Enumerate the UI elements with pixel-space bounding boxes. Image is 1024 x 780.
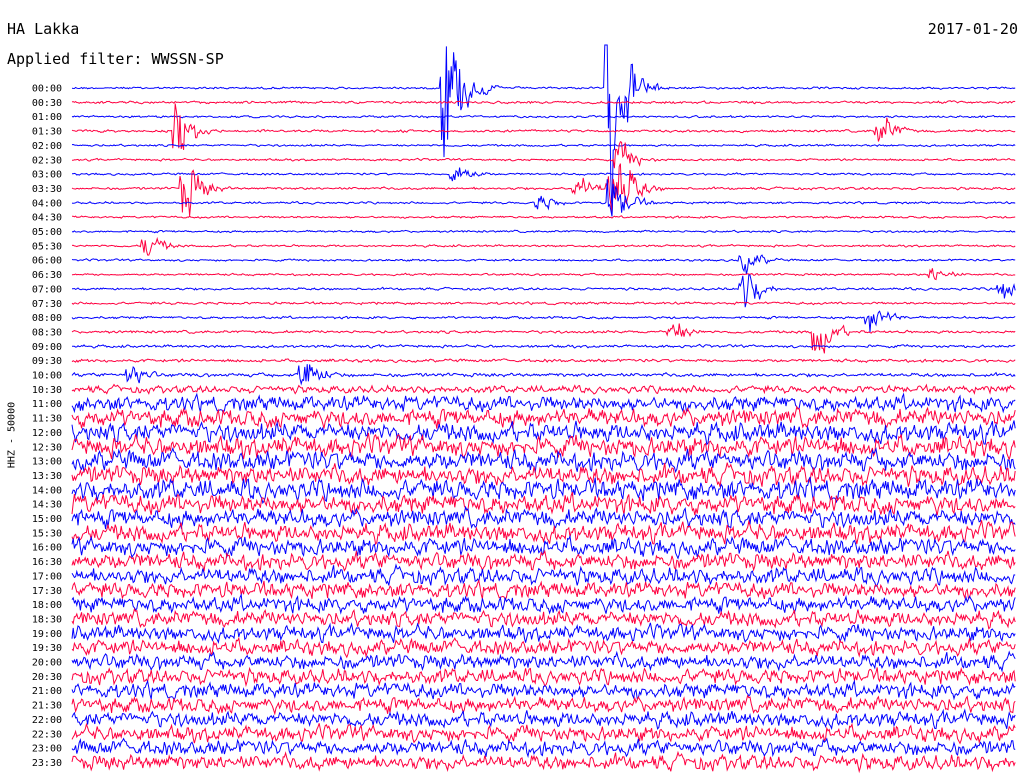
row-tick-label: 12:30: [32, 442, 62, 453]
row-tick-label: 03:00: [32, 170, 62, 181]
trace-row: [72, 167, 1016, 182]
row-tick-label: 00:00: [32, 84, 62, 95]
row-tick-label: 23:00: [32, 744, 62, 755]
trace-row: [71, 405, 1016, 430]
row-tick-label: 17:00: [32, 571, 62, 582]
row-tick-label: 06:00: [32, 256, 62, 267]
trace-row: [71, 622, 1016, 644]
trace-row: [71, 163, 1016, 216]
row-tick-label: 08:30: [32, 327, 62, 338]
trace-row: [71, 578, 1016, 601]
trace-row: [71, 666, 1016, 688]
row-tick-label: 04:30: [32, 213, 62, 224]
trace-group: [71, 44, 1016, 774]
row-tick-label: 20:00: [32, 658, 62, 669]
trace-row: [71, 323, 1016, 354]
row-tick-label: 22:00: [32, 715, 62, 726]
trace-row: [71, 708, 1016, 731]
trace-row: [71, 462, 1016, 487]
row-tick-label: 15:00: [32, 514, 62, 525]
row-tick-label: 13:00: [32, 457, 62, 468]
row-tick-label: 15:30: [32, 528, 62, 539]
row-tick-label: 12:00: [32, 428, 62, 439]
trace-row: [71, 737, 1016, 759]
row-tick-label: 02:30: [32, 155, 62, 166]
row-tick-label: 05:30: [32, 241, 62, 252]
row-tick-label: 22:30: [32, 729, 62, 740]
trace-row: [71, 229, 1016, 234]
row-tick-label: 18:00: [32, 600, 62, 611]
trace-row: [71, 383, 1016, 395]
row-tick-label: 23:30: [32, 758, 62, 769]
row-tick-label: 18:30: [32, 614, 62, 625]
trace-row: [71, 301, 1016, 306]
trace-row: [71, 549, 1016, 572]
trace-row: [71, 592, 1016, 615]
row-tick-label: 16:00: [32, 543, 62, 554]
trace-row: [71, 179, 1016, 217]
trace-row: [71, 114, 1016, 119]
trace-row: [71, 103, 1016, 150]
row-tick-label: 21:00: [32, 686, 62, 697]
trace-row: [71, 268, 1016, 281]
row-tick-label: 16:30: [32, 557, 62, 568]
trace-row: [71, 519, 1016, 546]
row-tick-label: 20:30: [32, 672, 62, 683]
row-tick-labels: 00:00 00:30 01:00 01:30 02:00 02:30 03:00 03:30…: [32, 84, 62, 769]
row-tick-label: 14:00: [32, 485, 62, 496]
row-tick-label: 17:30: [32, 586, 62, 597]
row-tick-label: 01:00: [32, 112, 62, 123]
row-tick-label: 14:30: [32, 500, 62, 511]
trace-row: [71, 722, 1016, 745]
row-tick-label: 10:00: [32, 371, 62, 382]
row-tick-label: 07:30: [32, 299, 62, 310]
trace-row: [71, 392, 1016, 414]
row-tick-label: 02:00: [32, 141, 62, 152]
row-tick-label: 13:30: [32, 471, 62, 482]
row-tick-label: 09:30: [32, 356, 62, 367]
row-tick-label: 04:00: [32, 198, 62, 209]
trace-row: [71, 343, 1016, 349]
trace-row: [71, 505, 1016, 530]
trace-row: [71, 364, 1016, 386]
row-tick-label: 11:00: [32, 399, 62, 410]
row-tick-label: 05:00: [32, 227, 62, 238]
trace-row: [71, 750, 1016, 774]
trace-row: [71, 254, 1016, 275]
row-tick-label: 09:00: [32, 342, 62, 353]
row-tick-label: 21:30: [32, 701, 62, 712]
helicorder-plot: 00:00 00:30 01:00 01:30 02:00 02:30 03:00 03:30…: [32, 44, 1016, 774]
row-tick-label: 03:30: [32, 184, 62, 195]
row-tick-label: 10:30: [32, 385, 62, 396]
row-tick-label: 07:00: [32, 284, 62, 295]
trace-row: [71, 215, 1016, 219]
trace-row: [71, 607, 1016, 630]
row-tick-label: 06:30: [32, 270, 62, 281]
row-tick-label: 00:30: [32, 98, 62, 109]
row-tick-label: 08:00: [32, 313, 62, 324]
row-tick-label: 01:30: [32, 127, 62, 138]
row-tick-label: 19:00: [32, 629, 62, 640]
row-tick-label: 11:30: [32, 414, 62, 425]
trace-row: [71, 143, 1016, 148]
row-tick-label: 19:30: [32, 643, 62, 654]
trace-row: [71, 358, 1016, 364]
trace-row: [71, 694, 1016, 716]
trace-row: [71, 310, 1016, 333]
trace-row: [71, 563, 1016, 588]
trace-row: [71, 447, 1016, 474]
trace-row: [71, 100, 1016, 105]
trace-row: [71, 236, 1016, 256]
